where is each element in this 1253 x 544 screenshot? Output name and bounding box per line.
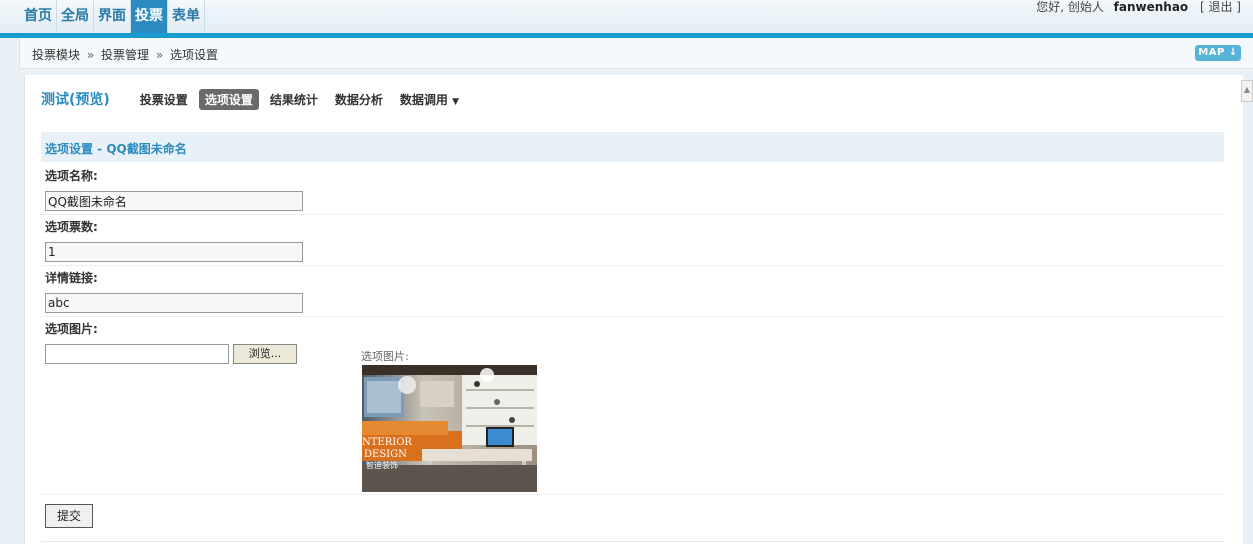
main-nav: 首页 全局 界面 投票 表单 [20, 0, 205, 33]
section-title: 选项设置 - QQ截图未命名 [45, 142, 187, 156]
nav-global[interactable]: 全局 [57, 0, 94, 33]
nav-interface[interactable]: 界面 [94, 0, 131, 33]
user-name: fanwenhao [1113, 0, 1189, 14]
main-panel: 测试(预览) 投票设置 选项设置 结果统计 数据分析 数据调用 ▼ 选项设置 -… [24, 75, 1243, 544]
row-divider [41, 214, 1224, 215]
thumb-text-line2: DESIGN [364, 449, 407, 460]
arrow-up-icon: ▲ [1243, 85, 1251, 94]
sub-navigation: 测试(预览) 投票设置 选项设置 结果统计 数据分析 数据调用 ▼ [41, 88, 470, 110]
option-image-thumbnail: NTERIOR DESIGN 智迪装饰 [362, 365, 537, 492]
option-votes-input[interactable] [45, 242, 303, 262]
breadcrumb-item-option-settings: 选项设置 [170, 48, 219, 62]
option-votes-label: 选项票数: [45, 220, 98, 234]
row-divider [41, 265, 1224, 266]
scrollbar-up-arrow[interactable]: ▲ [1241, 80, 1253, 102]
row-divider [41, 316, 1224, 317]
breadcrumb-separator: » [86, 48, 95, 62]
detail-link-label: 详情链接: [45, 271, 98, 285]
logout-link[interactable]: [ 退出 ] [1200, 0, 1241, 14]
option-name-input[interactable] [45, 191, 303, 211]
file-path-input[interactable] [45, 344, 229, 364]
tab-vote-settings[interactable]: 投票设置 [134, 89, 194, 110]
breadcrumb-separator: » [155, 48, 164, 62]
user-bar: 您好, 创始人 fanwenhao [ 退出 ] [1036, 0, 1241, 14]
row-divider [41, 494, 1224, 495]
image-preview-label: 选项图片: [361, 350, 409, 363]
section-header: 选项设置 - QQ截图未命名 [41, 132, 1224, 162]
breadcrumb: 投票模块 » 投票管理 » 选项设置 [32, 46, 218, 63]
option-name-label: 选项名称: [45, 169, 98, 183]
breadcrumb-item-vote-module[interactable]: 投票模块 [32, 48, 80, 62]
arrow-down-icon: ↓ [1228, 47, 1238, 58]
top-navbar: 首页 全局 界面 投票 表单 您好, 创始人 fanwenhao [ 退出 ] [0, 0, 1253, 33]
tab-result-stats[interactable]: 结果统计 [264, 89, 324, 110]
bottom-divider [41, 541, 1224, 542]
browse-button[interactable]: 浏览... [233, 344, 297, 364]
nav-vote[interactable]: 投票 [131, 0, 168, 33]
option-image-label: 选项图片: [45, 322, 98, 336]
vote-title[interactable]: 测试(预览) [41, 89, 110, 109]
thumb-text-line1: NTERIOR [362, 437, 412, 448]
tab-data-call-label: 数据调用 [399, 92, 448, 107]
tab-data-call[interactable]: 数据调用 ▼ [394, 89, 465, 110]
submit-button[interactable]: 提交 [45, 504, 93, 528]
map-label: MAP [1198, 47, 1225, 58]
thumb-text-line3: 智迪装饰 [366, 460, 398, 470]
tab-data-analysis[interactable]: 数据分析 [329, 89, 389, 110]
breadcrumb-item-vote-manage[interactable]: 投票管理 [101, 48, 149, 62]
nav-home[interactable]: 首页 [20, 0, 57, 33]
nav-form[interactable]: 表单 [168, 0, 205, 33]
breadcrumb-bar: 投票模块 » 投票管理 » 选项设置 MAP ↓ [19, 38, 1253, 69]
detail-link-input[interactable] [45, 293, 303, 313]
map-button[interactable]: MAP ↓ [1195, 45, 1241, 61]
user-greeting: 您好, 创始人 [1036, 0, 1104, 14]
caret-down-icon: ▼ [452, 96, 459, 107]
interior-photo: NTERIOR DESIGN 智迪装饰 [362, 365, 537, 492]
tab-option-settings[interactable]: 选项设置 [198, 88, 259, 110]
